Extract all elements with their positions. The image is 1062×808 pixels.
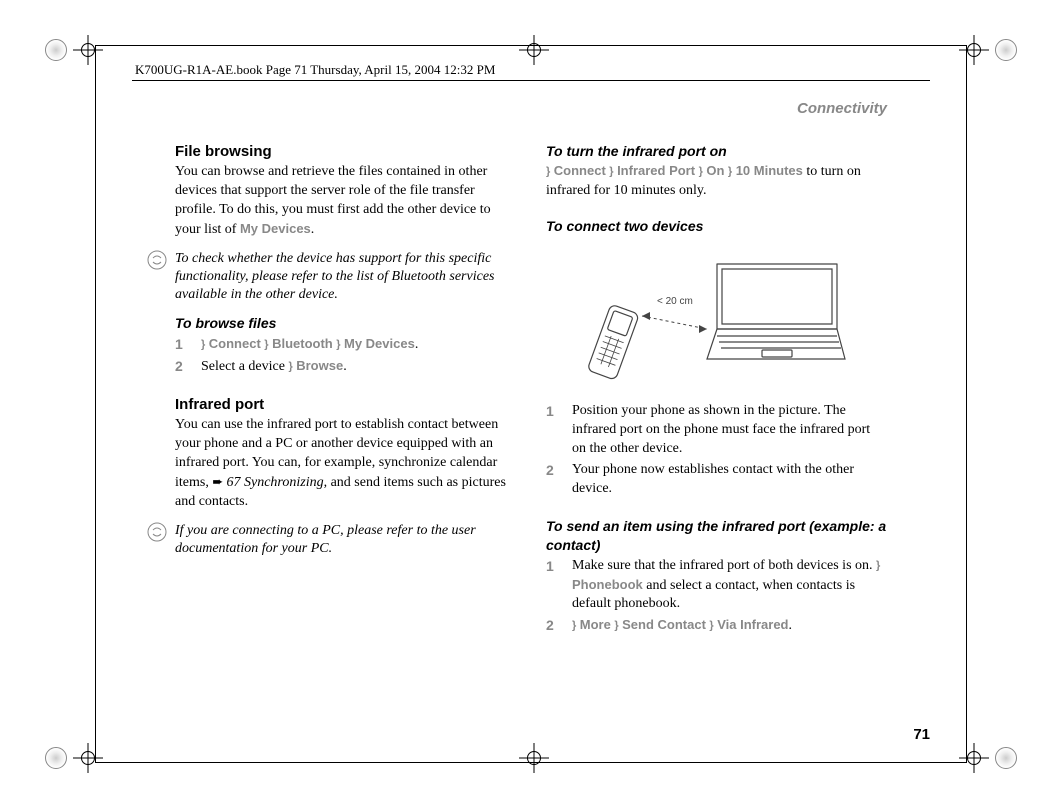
paragraph-infrared: You can use the infrared port to establi…	[175, 416, 516, 511]
heading-infrared-port: Infrared port	[175, 395, 516, 415]
step-number: 1	[546, 402, 560, 459]
softkey-browse: Browse	[296, 358, 343, 373]
arrow-icon: }	[876, 559, 880, 571]
step-number: 2	[546, 616, 560, 636]
arrow-icon: }	[201, 339, 205, 351]
step-body: } Connect } Bluetooth } My Devices.	[201, 335, 516, 355]
text: .	[343, 359, 347, 374]
softkey-send-contact: Send Contact	[622, 617, 706, 632]
heading-connect-two: To connect two devices	[546, 217, 887, 236]
section-title: Connectivity	[130, 100, 887, 117]
heading-to-browse-files: To browse files	[175, 314, 516, 333]
softkey-infrared-port: Infrared Port	[617, 163, 695, 178]
step-number: 2	[175, 357, 189, 377]
text: .	[415, 337, 419, 352]
tip-icon	[147, 250, 169, 305]
heading-turn-ir-on: To turn the infrared port on	[546, 142, 887, 161]
heading-send-item-ir: To send an item using the infrared port …	[546, 517, 887, 555]
arrow-icon: }	[699, 165, 703, 177]
tip-text-2: If you are connecting to a PC, please re…	[175, 522, 516, 558]
step-list-send-item: 1 Make sure that the infrared port of bo…	[546, 557, 887, 637]
step-body: Position your phone as shown in the pict…	[572, 402, 887, 459]
softkey-10-minutes: 10 Minutes	[736, 163, 803, 178]
header-rule	[132, 80, 930, 81]
header-line: K700UG-R1A-AE.book Page 71 Thursday, Apr…	[135, 62, 495, 78]
arrow-icon: }	[614, 620, 618, 632]
arrow-icon: }	[728, 165, 732, 177]
heading-file-browsing: File browsing	[175, 142, 516, 162]
softkey-my-devices: My Devices	[344, 336, 415, 351]
step-number: 1	[546, 557, 560, 615]
text: .	[311, 222, 315, 237]
page-number: 71	[913, 726, 930, 743]
xref-text: 67 Synchronizing	[227, 475, 324, 490]
text: Select a device	[201, 359, 288, 374]
text: .	[789, 618, 793, 633]
tip-block-2: If you are connecting to a PC, please re…	[147, 522, 516, 558]
left-column: File browsing You can browse and retriev…	[130, 142, 516, 638]
arrow-icon: }	[572, 620, 576, 632]
arrow-icon: }	[288, 361, 292, 373]
paragraph-turn-ir-on: } Connect } Infrared Port } On } 10 Minu…	[546, 162, 887, 201]
softkey-more: More	[580, 617, 611, 632]
illustration-ir-connect: < 20 cm	[587, 244, 847, 391]
xref-arrow-icon: ➨	[212, 474, 226, 489]
step-number: 2	[546, 461, 560, 499]
softkey-phonebook: Phonebook	[572, 577, 643, 592]
tip-text-1: To check whether the device has support …	[175, 250, 516, 305]
tip-icon	[147, 522, 169, 558]
arrow-icon: }	[609, 165, 613, 177]
step-list-browse: 1 } Connect } Bluetooth } My Devices. 2 …	[175, 335, 516, 377]
softkey-connect: Connect	[209, 336, 261, 351]
step-number: 1	[175, 335, 189, 355]
right-column: To turn the infrared port on } Connect }…	[546, 142, 932, 638]
tip-block-1: To check whether the device has support …	[147, 250, 516, 305]
paragraph-file-browsing: You can browse and retrieve the files co…	[175, 163, 516, 240]
step-list-connect: 1 Position your phone as shown in the pi…	[546, 402, 887, 498]
illustration-label: < 20 cm	[657, 296, 693, 307]
step-body: } More } Send Contact } Via Infrared.	[572, 616, 887, 636]
softkey-on: On	[706, 163, 724, 178]
step-body: Select a device } Browse.	[201, 357, 516, 377]
step-body: Make sure that the infrared port of both…	[572, 557, 887, 615]
softkey-my-devices: My Devices	[240, 221, 311, 236]
text: Make sure that the infrared port of both…	[572, 558, 876, 573]
softkey-connect: Connect	[554, 163, 606, 178]
text: You can browse and retrieve the files co…	[175, 164, 491, 237]
arrow-icon: }	[264, 339, 268, 351]
page-content: Connectivity File browsing You can brows…	[130, 100, 932, 748]
step-body: Your phone now establishes contact with …	[572, 461, 887, 499]
arrow-icon: }	[336, 339, 340, 351]
arrow-icon: }	[709, 620, 713, 632]
softkey-bluetooth: Bluetooth	[272, 336, 333, 351]
arrow-icon: }	[546, 165, 550, 177]
softkey-via-infrared: Via Infrared	[717, 617, 788, 632]
